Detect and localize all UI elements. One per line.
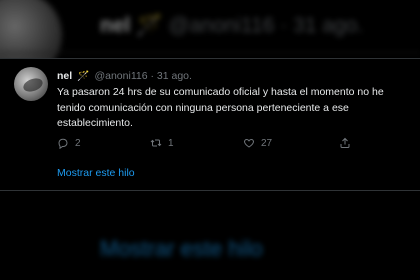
background-handle: @anoni116	[168, 14, 275, 37]
avatar[interactable]	[14, 67, 48, 101]
share-button[interactable]	[339, 137, 351, 149]
background-show-thread: Mostrar este hilo	[100, 236, 263, 261]
retweet-count: 1	[168, 137, 174, 149]
retweet-icon	[150, 139, 162, 147]
background-separator: ·	[280, 14, 288, 37]
tweet-card[interactable]: nel 🪄 @anoni116 · 31 ago. Ya pasaron 24 …	[0, 58, 420, 191]
tweet-header: nel 🪄 @anoni116 · 31 ago.	[57, 70, 192, 82]
like-button[interactable]: 27	[243, 137, 272, 149]
share-icon	[340, 137, 350, 148]
background-divider	[0, 52, 420, 53]
like-count: 27	[261, 137, 273, 149]
background-wand-icon: 🪄	[136, 14, 163, 37]
reply-count: 2	[75, 137, 81, 149]
reply-icon	[58, 138, 68, 149]
separator: ·	[150, 70, 154, 82]
reply-button[interactable]: 2	[57, 137, 81, 149]
heart-icon	[244, 138, 254, 148]
display-name[interactable]: nel	[57, 70, 72, 82]
tweet-text: Ya pasaron 24 hrs de su comunicado ofici…	[57, 86, 384, 129]
background-header: nel 🪄 @anoni116 · 31 ago.	[100, 14, 363, 38]
background-name: nel	[100, 14, 131, 37]
retweet-button[interactable]: 1	[150, 137, 174, 149]
tweet-date[interactable]: 31 ago.	[157, 70, 192, 82]
magic-wand-icon: 🪄	[77, 71, 90, 82]
show-thread-link[interactable]: Mostrar este hilo	[57, 167, 135, 179]
background-date: 31 ago.	[293, 14, 364, 37]
user-handle[interactable]: @anoni116	[94, 70, 147, 82]
tweet-actions: 2 1 27	[57, 137, 357, 153]
